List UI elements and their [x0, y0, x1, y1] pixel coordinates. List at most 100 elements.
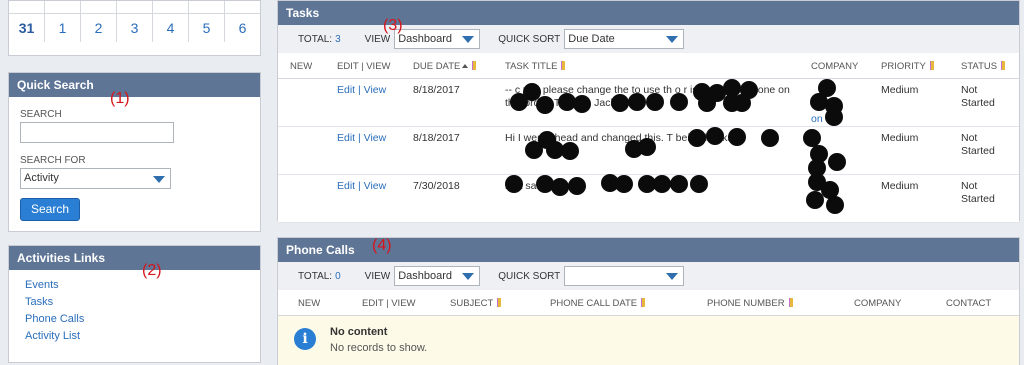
priority-cell: Medium: [881, 180, 919, 192]
col-priority[interactable]: PRIORITY: [881, 61, 934, 72]
search-for-select[interactable]: Activity: [20, 168, 171, 189]
annotation-1: (1): [110, 90, 130, 107]
edit-link[interactable]: Edit: [337, 84, 355, 96]
redaction-mark: [810, 93, 828, 111]
redaction-mark: [733, 94, 751, 112]
phone-calls-portlet: Phone Calls TOTAL: 0 VIEW Dashboard QUIC…: [277, 237, 1020, 365]
col-company[interactable]: COMPANY: [854, 298, 901, 309]
chevron-down-icon: [462, 273, 475, 280]
pencil-icon: [497, 298, 502, 307]
col-phone-call-date[interactable]: PHONE CALL DATE: [550, 298, 646, 309]
col-task-title[interactable]: TASK TITLE: [505, 61, 566, 72]
pencil-icon: [472, 61, 477, 70]
pencil-icon: [561, 61, 566, 70]
search-button[interactable]: Search: [20, 198, 80, 221]
tasks-view-label: VIEW: [364, 33, 391, 45]
col-status[interactable]: STATUS: [961, 61, 1006, 72]
calendar-day[interactable]: 6: [225, 14, 260, 42]
phone-calls-view-value: Dashboard: [398, 270, 453, 282]
tasks-total-count: 3: [335, 33, 341, 45]
no-content-title: No content: [330, 326, 388, 338]
calendar-day[interactable]: 3: [117, 14, 153, 42]
annotation-3: (3): [383, 17, 403, 34]
redaction-mark: [505, 175, 523, 193]
calendar-day[interactable]: 4: [153, 14, 189, 42]
redaction-mark: [670, 93, 688, 111]
sort-asc-icon: [462, 64, 469, 68]
phone-calls-total-count: 0: [335, 270, 341, 282]
pencil-icon: [788, 298, 793, 307]
link-phone-calls[interactable]: Phone Calls: [25, 311, 244, 328]
link-tasks[interactable]: Tasks: [25, 294, 244, 311]
activities-links-title: Activities Links: [9, 246, 260, 270]
no-content-message: i No content No records to show.: [278, 316, 1019, 365]
redaction-mark: [761, 129, 779, 147]
view-link[interactable]: View: [364, 84, 387, 96]
col-status-label: STATUS: [961, 61, 998, 72]
col-task-title-label: TASK TITLE: [505, 61, 558, 72]
col-subject[interactable]: SUBJECT: [450, 298, 502, 309]
redaction-mark: [690, 175, 708, 193]
col-new[interactable]: NEW: [290, 61, 312, 72]
redaction-mark: [525, 141, 543, 159]
col-priority-label: PRIORITY: [881, 61, 926, 72]
calendar-day[interactable]: 2: [81, 14, 117, 42]
edit-view-cell: Edit | View: [337, 132, 387, 144]
tasks-view-select[interactable]: Dashboard: [394, 29, 481, 49]
calendar-widget: 31 1 2 3 4 5 6: [8, 0, 261, 56]
status-cell: Not Started: [961, 180, 995, 205]
edit-link[interactable]: Edit: [337, 180, 355, 192]
phone-calls-view-select[interactable]: Dashboard: [394, 266, 481, 286]
view-link[interactable]: View: [364, 180, 387, 192]
col-phone-number[interactable]: PHONE NUMBER: [707, 298, 793, 309]
col-company[interactable]: COMPANY: [811, 61, 858, 72]
chevron-down-icon: [666, 273, 679, 280]
tasks-quick-sort-select[interactable]: Due Date: [564, 29, 685, 49]
redaction-mark: [646, 93, 664, 111]
phone-calls-total-label: TOTAL:: [298, 270, 333, 282]
search-label: SEARCH: [20, 109, 62, 120]
redaction-mark: [826, 196, 844, 214]
annotation-2: (2): [142, 262, 162, 279]
quick-search-title: Quick Search: [9, 73, 260, 97]
view-link[interactable]: View: [364, 132, 387, 144]
col-contact[interactable]: CONTACT: [946, 298, 991, 309]
redaction-mark: [688, 129, 706, 147]
phone-calls-quick-sort-select[interactable]: [564, 266, 685, 286]
calendar-day[interactable]: 5: [189, 14, 225, 42]
quick-search-portlet: Quick Search SEARCH SEARCH FOR Activity …: [8, 72, 261, 232]
col-subject-label: SUBJECT: [450, 298, 494, 309]
col-phone-call-date-label: PHONE CALL DATE: [550, 298, 638, 309]
calendar-day[interactable]: 31: [9, 14, 45, 42]
redaction-mark: [806, 191, 824, 209]
redaction-mark: [551, 178, 569, 196]
col-due-date[interactable]: DUE DATE: [413, 61, 477, 72]
tasks-total-label: TOTAL:: [298, 33, 333, 45]
info-icon: i: [294, 328, 316, 350]
redaction-mark: [698, 94, 716, 112]
calendar-prev-row: [9, 1, 260, 14]
priority-cell: Medium: [881, 132, 919, 144]
redaction-mark: [653, 175, 671, 193]
col-edit-view: EDIT | VIEW: [362, 298, 416, 309]
no-content-subtitle: No records to show.: [330, 342, 428, 354]
activities-links-portlet: Activities Links Events Tasks Phone Call…: [8, 245, 261, 363]
redaction-mark: [611, 94, 629, 112]
search-for-label: SEARCH FOR: [20, 155, 86, 166]
link-events[interactable]: Events: [25, 277, 244, 294]
link-activity-list[interactable]: Activity List: [25, 328, 244, 345]
edit-link[interactable]: Edit: [337, 132, 355, 144]
status-cell: Not Started: [961, 132, 995, 157]
edit-view-cell: Edit | View: [337, 84, 387, 96]
col-edit-view: EDIT | VIEW: [337, 61, 391, 72]
redaction-mark: [568, 177, 586, 195]
col-new[interactable]: NEW: [298, 298, 320, 309]
tasks-view-value: Dashboard: [398, 33, 453, 45]
search-input[interactable]: [20, 122, 174, 143]
calendar-day[interactable]: 1: [45, 14, 81, 42]
redaction-mark: [536, 96, 554, 114]
redaction-mark: [706, 127, 724, 145]
col-due-date-label: DUE DATE: [413, 61, 461, 72]
phone-calls-filter-bar: TOTAL: 0 VIEW Dashboard QUICK SORT: [278, 262, 1019, 290]
tasks-column-header: NEW EDIT | VIEW DUE DATE TASK TITLE COMP…: [278, 53, 1019, 79]
